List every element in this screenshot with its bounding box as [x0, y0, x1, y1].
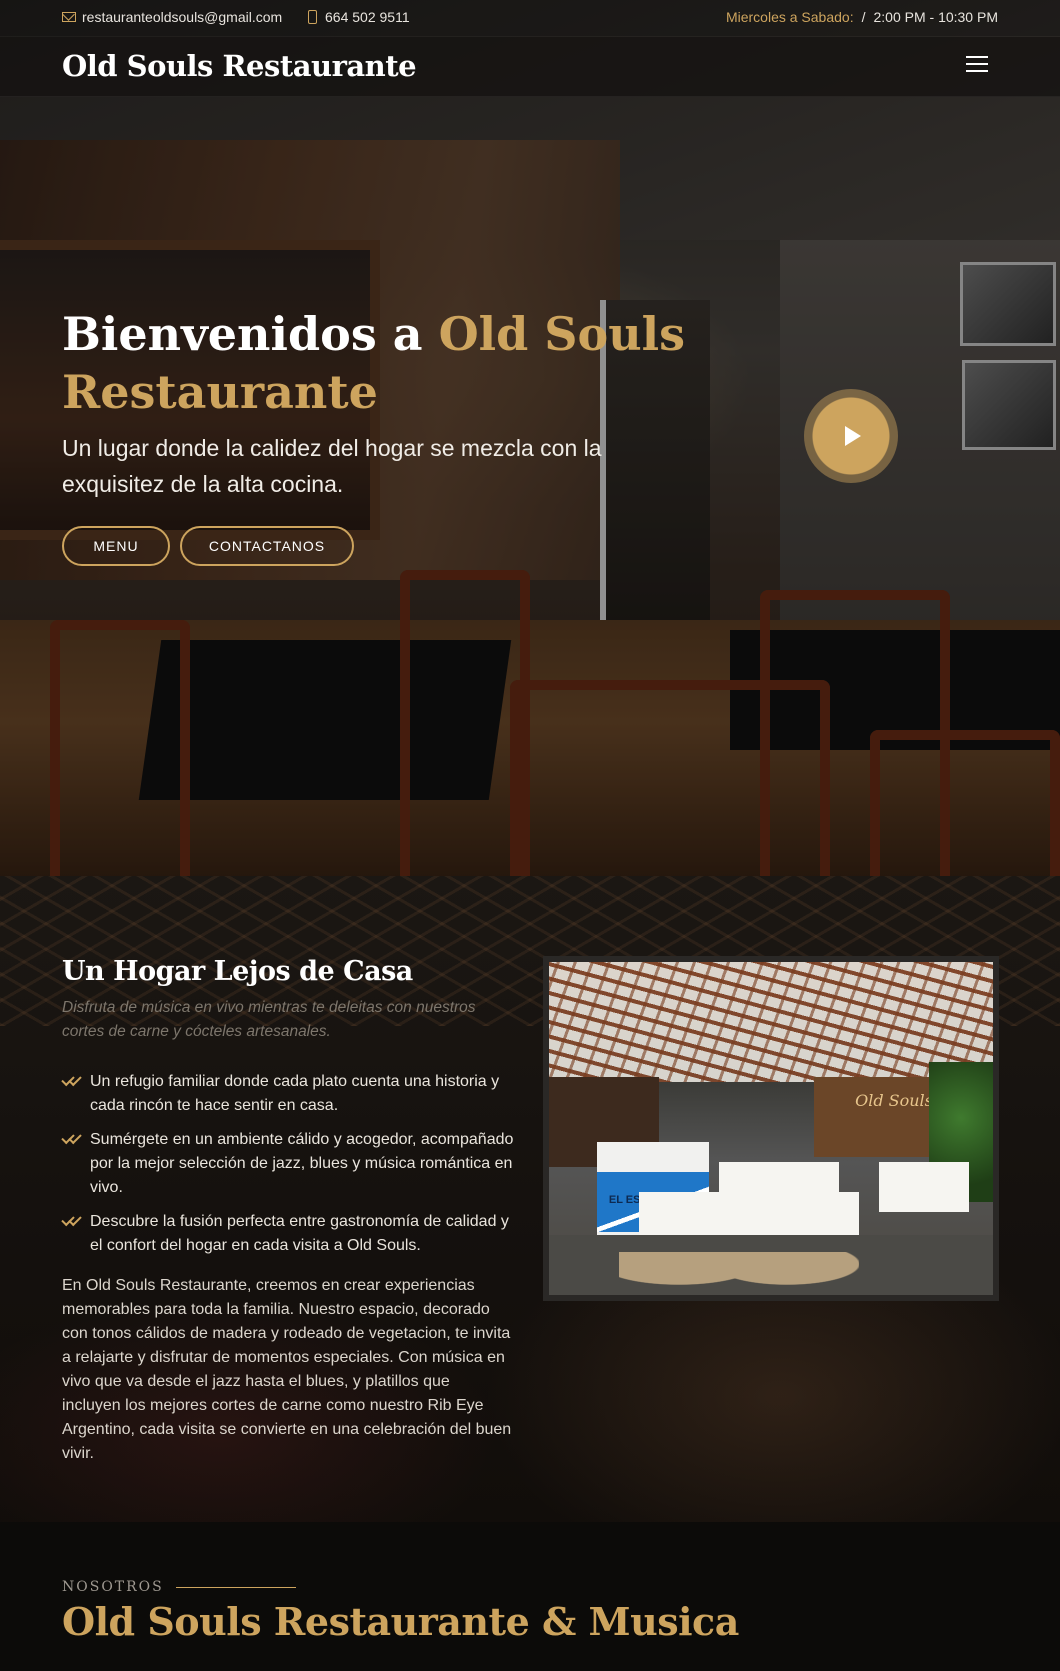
contact-phone: 664 502 9511 [308, 9, 410, 25]
about-tagline: Disfruta de música en vivo mientras te d… [62, 999, 476, 1040]
site-header: Old Souls Restaurante [0, 37, 1060, 97]
hours-separator: / [861, 9, 866, 25]
list-item: Un refugio familiar donde cada plato cue… [62, 1070, 522, 1118]
about-section: Un Hogar Lejos de Casa Disfruta de músic… [0, 876, 1060, 1522]
hamburger-menu-icon[interactable] [966, 56, 988, 74]
about-description: En Old Souls Restaurante, creemos en cre… [62, 1277, 512, 1462]
contact-email[interactable]: restauranteoldsouls@gmail.com [62, 9, 282, 25]
section-label: NOSOTROS [62, 1579, 296, 1595]
contact-button[interactable]: CONTACTANOS [180, 526, 354, 566]
email-text[interactable]: restauranteoldsouls@gmail.com [82, 9, 282, 25]
double-check-icon [62, 1215, 82, 1227]
menu-button[interactable]: MENU [62, 526, 170, 566]
envelope-icon [62, 12, 76, 22]
play-video-icon[interactable] [804, 389, 898, 483]
hero-title: Bienvenidos a Old Souls Restaurante [62, 307, 686, 419]
double-check-icon [62, 1133, 82, 1145]
phone-text: 664 502 9511 [325, 9, 410, 25]
section-divider [175, 1586, 296, 1588]
photo-tablecloth [879, 1162, 969, 1212]
about-title: Un Hogar Lejos de Casa [62, 956, 413, 987]
restaurant-photo-image: Old Souls EL ESTANCIERO [549, 962, 993, 1295]
photo-tablecloth [719, 1162, 839, 1202]
restaurant-photo: Old Souls EL ESTANCIERO [543, 956, 999, 1301]
list-item: Sumérgete en un ambiente cálido y acoged… [62, 1128, 522, 1200]
double-check-icon [62, 1075, 82, 1087]
hero-subtitle: Un lugar donde la calidez del hogar se m… [62, 435, 602, 497]
feature-list: Un refugio familiar donde cada plato cue… [62, 1070, 522, 1268]
opening-days: Miercoles a Sabado: [725, 9, 854, 25]
site-logo[interactable]: Old Souls Restaurante [62, 49, 417, 83]
hero-section: Bienvenidos a Old Souls Restaurante Un l… [0, 0, 1060, 876]
section-title: Old Souls Restaurante & Musica [62, 1599, 739, 1644]
photo-chairs [619, 1252, 859, 1295]
phone-icon [308, 10, 317, 24]
photo-pergola-shadow [549, 962, 993, 1082]
top-info-bar: restauranteoldsouls@gmail.com 664 502 95… [0, 0, 1060, 36]
nosotros-section: NOSOTROS Old Souls Restaurante & Musica [0, 1522, 1060, 1671]
opening-hours: Miercoles a Sabado: / 2:00 PM - 10:30 PM [726, 9, 998, 25]
opening-time: 2:00 PM - 10:30 PM [873, 9, 998, 25]
list-item: Descubre la fusión perfecta entre gastro… [62, 1210, 522, 1258]
